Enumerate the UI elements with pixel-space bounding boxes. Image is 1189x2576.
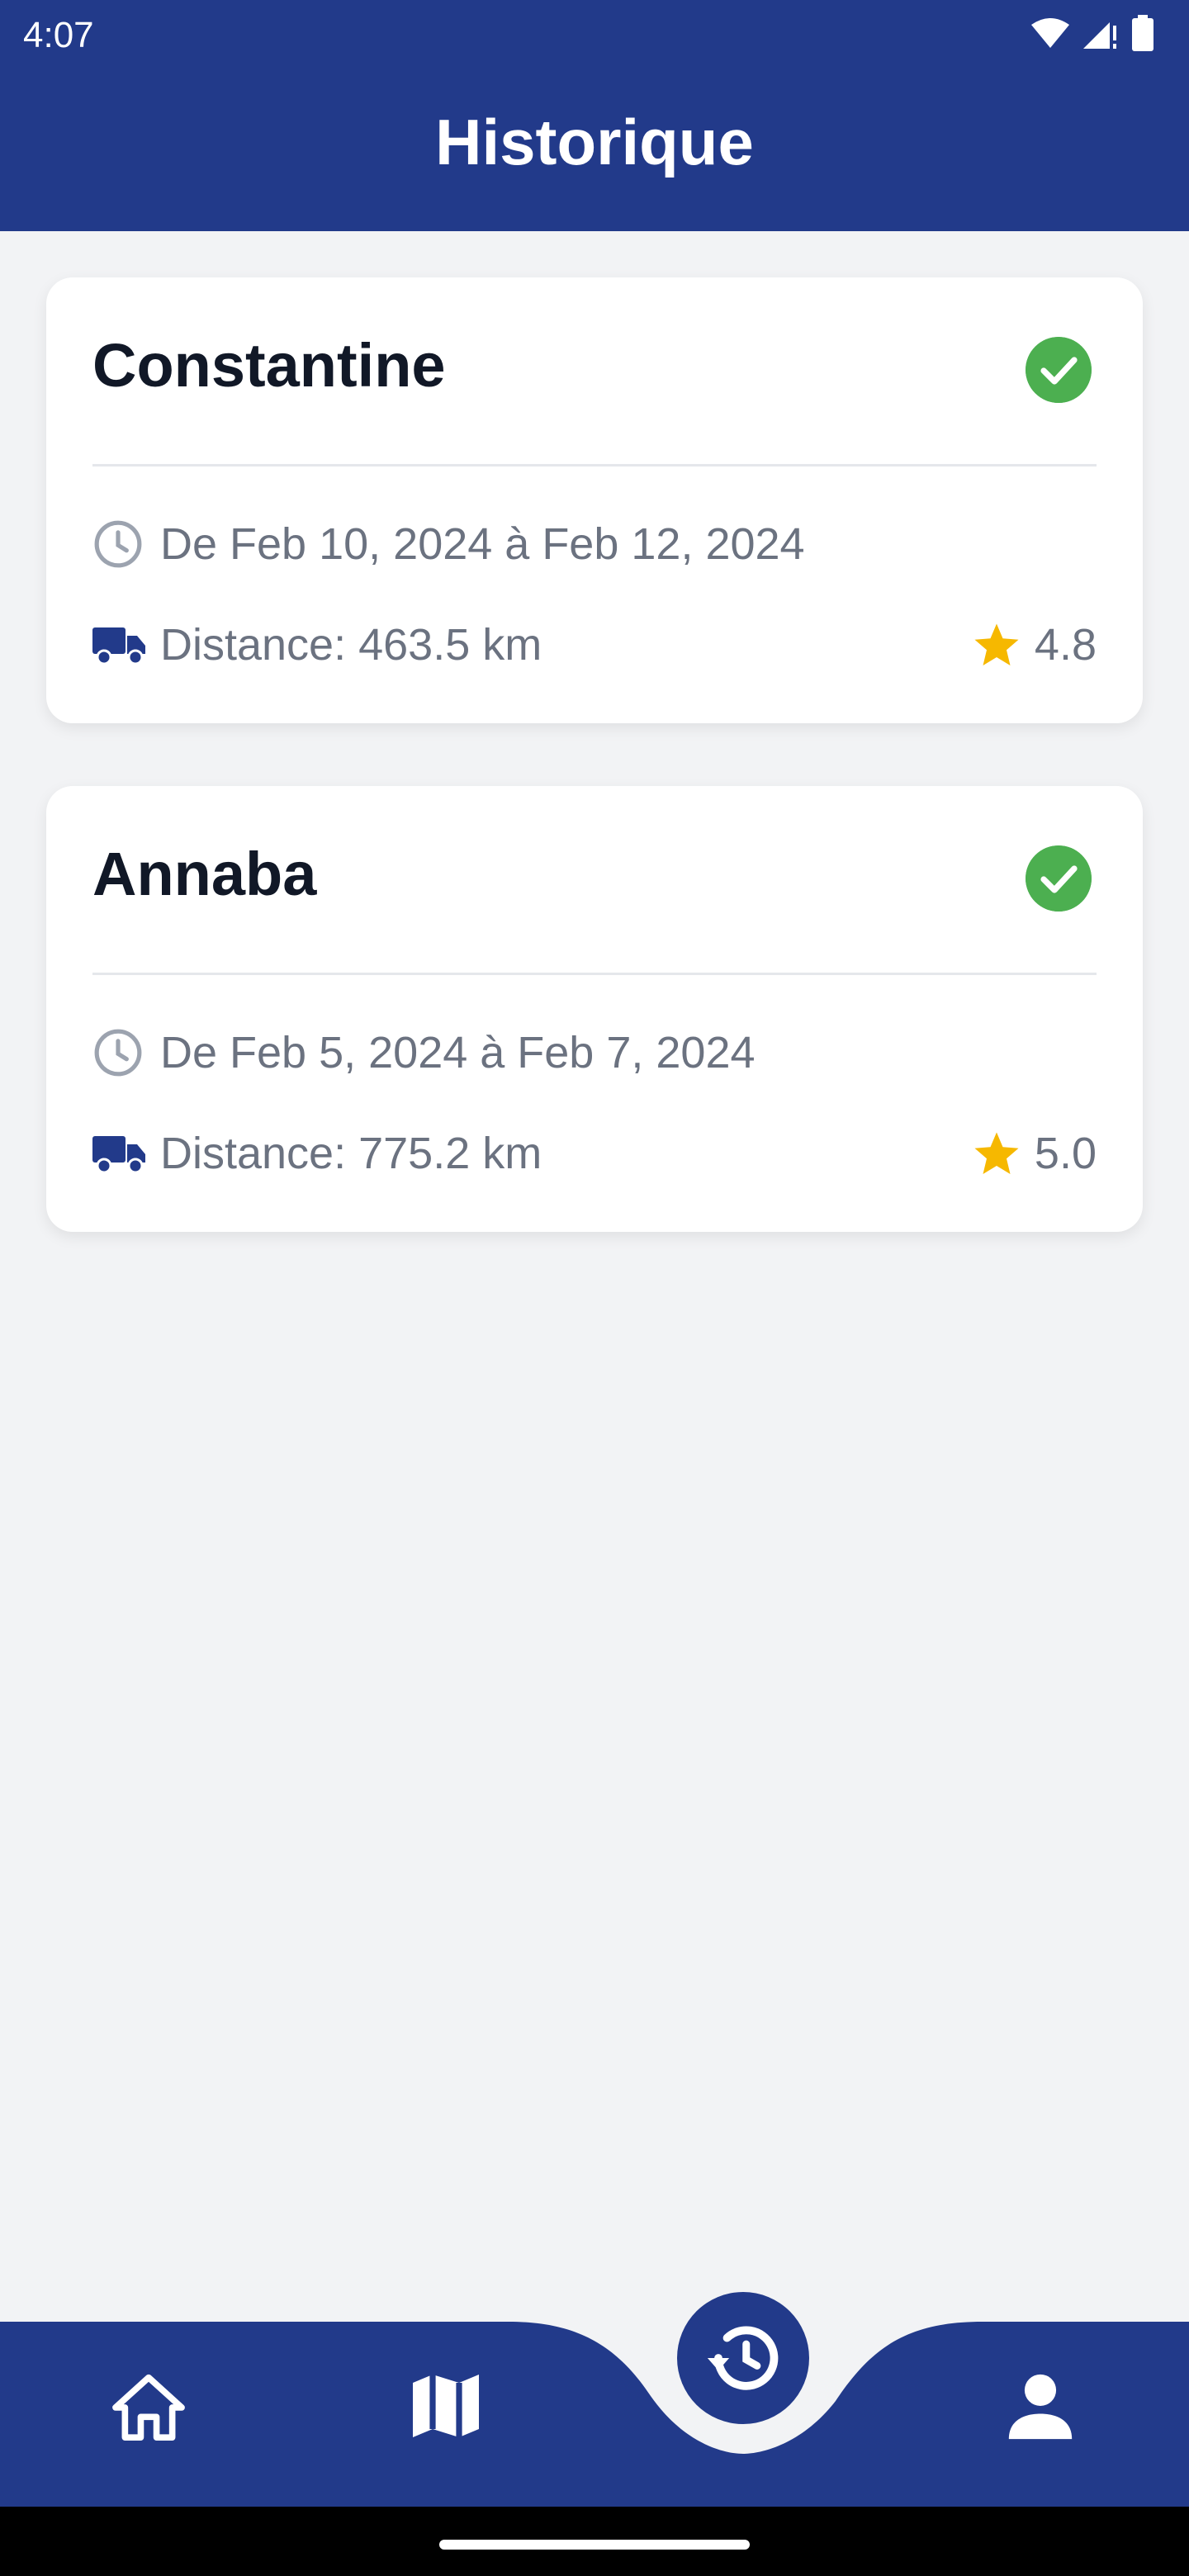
nav-home[interactable] bbox=[107, 2365, 190, 2447]
trip-dates-row: De Feb 5, 2024 à Feb 7, 2024 bbox=[92, 1027, 756, 1078]
map-icon bbox=[413, 2375, 479, 2437]
status-icons bbox=[1030, 15, 1154, 51]
home-icon bbox=[112, 2374, 185, 2441]
truck-icon bbox=[92, 627, 145, 665]
trip-card[interactable]: Annaba De Feb 5, 2024 à Feb 7, 2024 Dist… bbox=[46, 786, 1143, 1232]
app-header: Historique bbox=[0, 69, 1189, 231]
trip-dates-row: De Feb 10, 2024 à Feb 12, 2024 bbox=[92, 519, 805, 570]
status-bar: 4:07 bbox=[0, 0, 1189, 69]
trip-distance: Distance: 463.5 km bbox=[160, 620, 542, 670]
divider bbox=[92, 973, 1097, 975]
trip-distance: Distance: 775.2 km bbox=[160, 1129, 542, 1178]
trip-dates: De Feb 5, 2024 à Feb 7, 2024 bbox=[160, 1028, 756, 1077]
clock-icon bbox=[94, 520, 142, 568]
check-circle-icon bbox=[1026, 337, 1092, 403]
star-icon bbox=[974, 623, 1019, 665]
trip-distance-row: Distance: 775.2 km bbox=[92, 1128, 542, 1179]
check-circle-icon bbox=[1026, 845, 1092, 912]
rating-value: 5.0 bbox=[1034, 1129, 1097, 1178]
nav-profile[interactable] bbox=[999, 2365, 1082, 2447]
star-icon bbox=[974, 1132, 1019, 1174]
trip-rating: 4.8 bbox=[972, 619, 1097, 670]
trip-dates: De Feb 10, 2024 à Feb 12, 2024 bbox=[160, 519, 805, 569]
page-title: Historique bbox=[435, 105, 754, 178]
signal-icon bbox=[1083, 22, 1116, 49]
trip-card[interactable]: Constantine De Feb 10, 2024 à Feb 12, 20… bbox=[46, 277, 1143, 723]
history-icon bbox=[707, 2326, 779, 2390]
person-icon bbox=[1008, 2374, 1073, 2440]
divider bbox=[92, 464, 1097, 466]
nav-history[interactable] bbox=[677, 2292, 809, 2424]
bottom-nav bbox=[0, 2292, 1189, 2507]
system-nav-bar bbox=[0, 2507, 1189, 2576]
truck-icon bbox=[92, 1136, 145, 1174]
wifi-icon bbox=[1031, 18, 1069, 48]
trip-rating: 5.0 bbox=[972, 1128, 1097, 1179]
trip-city: Constantine bbox=[92, 331, 446, 400]
battery-icon bbox=[1132, 15, 1153, 51]
rating-value: 4.8 bbox=[1034, 620, 1097, 670]
trip-city: Annaba bbox=[92, 840, 317, 908]
nav-map[interactable] bbox=[405, 2365, 487, 2447]
trip-distance-row: Distance: 463.5 km bbox=[92, 619, 542, 670]
home-gesture-pill[interactable] bbox=[439, 2540, 750, 2550]
clock-icon bbox=[94, 1029, 142, 1077]
status-time: 4:07 bbox=[23, 15, 94, 55]
